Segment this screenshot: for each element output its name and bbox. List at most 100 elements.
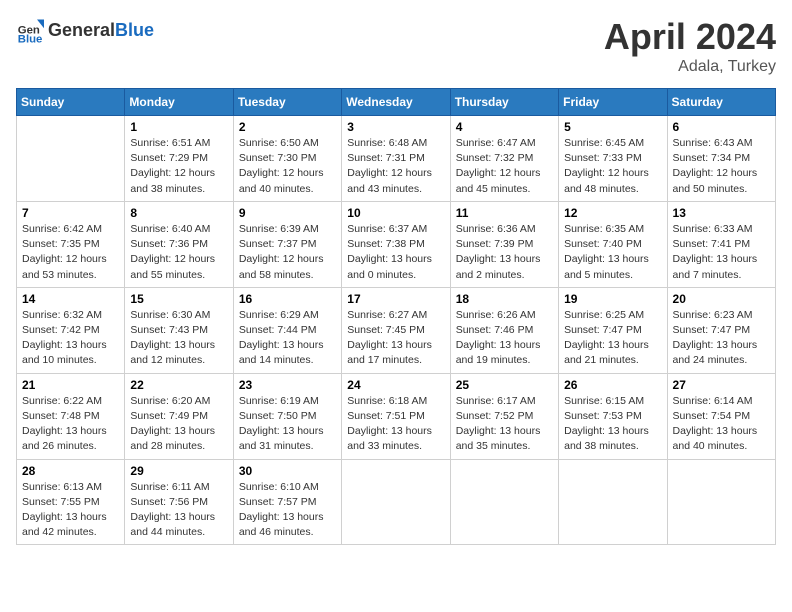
calendar-cell: 4 Sunrise: 6:47 AMSunset: 7:32 PMDaylight… (450, 116, 558, 202)
cell-info: Sunrise: 6:22 AMSunset: 7:48 PMDaylight:… (22, 394, 119, 455)
day-number: 7 (22, 206, 119, 220)
day-number: 30 (239, 464, 336, 478)
calendar-cell: 23 Sunrise: 6:19 AMSunset: 7:50 PMDayligh… (233, 373, 341, 459)
weekday-header-monday: Monday (125, 89, 233, 116)
calendar-cell: 12 Sunrise: 6:35 AMSunset: 7:40 PMDayligh… (559, 201, 667, 287)
calendar-cell: 2Sunrise: 6:50 AMSunset: 7:30 PMDaylight… (233, 116, 341, 202)
calendar-cell: 9Sunrise: 6:39 AMSunset: 7:37 PMDaylight… (233, 201, 341, 287)
svg-text:Blue: Blue (18, 33, 43, 44)
logo-icon: Gen Blue (16, 16, 44, 44)
day-number: 12 (564, 206, 661, 220)
day-number: 5 (564, 120, 661, 134)
calendar-cell: 21 Sunrise: 6:22 AMSunset: 7:48 PMDayligh… (17, 373, 125, 459)
calendar-table: SundayMondayTuesdayWednesdayThursdayFrid… (16, 88, 776, 545)
day-number: 23 (239, 378, 336, 392)
calendar-cell: 22 Sunrise: 6:20 AMSunset: 7:49 PMDayligh… (125, 373, 233, 459)
cell-info: Sunrise: 6:32 AMSunset: 7:42 PMDaylight:… (22, 308, 119, 369)
day-number: 3 (347, 120, 444, 134)
cell-info: Sunrise: 6:14 AMSunset: 7:54 PMDaylight:… (673, 394, 770, 455)
day-number: 29 (130, 464, 227, 478)
cell-info: Sunrise: 6:29 AMSunset: 7:44 PMDaylight:… (239, 308, 336, 369)
calendar-cell: 16 Sunrise: 6:29 AMSunset: 7:44 PMDayligh… (233, 287, 341, 373)
cell-info: Sunrise: 6:35 AMSunset: 7:40 PMDaylight:… (564, 222, 661, 283)
day-number: 22 (130, 378, 227, 392)
day-number: 25 (456, 378, 553, 392)
cell-info: Sunrise: 6:51 AMSunset: 7:29 PMDaylight:… (130, 136, 227, 197)
cell-info: Sunrise: 6:36 AMSunset: 7:39 PMDaylight:… (456, 222, 553, 283)
calendar-week-row: 21 Sunrise: 6:22 AMSunset: 7:48 PMDayligh… (17, 373, 776, 459)
calendar-cell: 29 Sunrise: 6:11 AMSunset: 7:56 PMDayligh… (125, 459, 233, 545)
cell-info: Sunrise: 6:45 AMSunset: 7:33 PMDaylight:… (564, 136, 661, 197)
calendar-cell: 10Sunrise: 6:37 AMSunset: 7:38 PMDayligh… (342, 201, 450, 287)
cell-info: Sunrise: 6:42 AMSunset: 7:35 PMDaylight:… (22, 222, 119, 283)
cell-info: Sunrise: 6:15 AMSunset: 7:53 PMDaylight:… (564, 394, 661, 455)
cell-info: Sunrise: 6:27 AMSunset: 7:45 PMDaylight:… (347, 308, 444, 369)
calendar-cell: 26Sunrise: 6:15 AMSunset: 7:53 PMDayligh… (559, 373, 667, 459)
logo-text-blue: Blue (115, 20, 154, 40)
day-number: 27 (673, 378, 770, 392)
calendar-cell: 25Sunrise: 6:17 AMSunset: 7:52 PMDayligh… (450, 373, 558, 459)
day-number: 9 (239, 206, 336, 220)
calendar-cell: 6 Sunrise: 6:43 AMSunset: 7:34 PMDaylight… (667, 116, 775, 202)
day-number: 13 (673, 206, 770, 220)
calendar-week-row: 7 Sunrise: 6:42 AMSunset: 7:35 PMDaylight… (17, 201, 776, 287)
logo: Gen Blue GeneralBlue (16, 16, 154, 44)
day-number: 1 (130, 120, 227, 134)
cell-info: Sunrise: 6:43 AMSunset: 7:34 PMDaylight:… (673, 136, 770, 197)
calendar-cell (450, 459, 558, 545)
page-header: Gen Blue GeneralBlue April 2024 Adala, T… (16, 16, 776, 76)
day-number: 11 (456, 206, 553, 220)
cell-info: Sunrise: 6:33 AMSunset: 7:41 PMDaylight:… (673, 222, 770, 283)
day-number: 17 (347, 292, 444, 306)
calendar-cell: 27 Sunrise: 6:14 AMSunset: 7:54 PMDayligh… (667, 373, 775, 459)
calendar-cell (559, 459, 667, 545)
calendar-cell: 5 Sunrise: 6:45 AMSunset: 7:33 PMDaylight… (559, 116, 667, 202)
day-number: 2 (239, 120, 336, 134)
calendar-cell: 24 Sunrise: 6:18 AMSunset: 7:51 PMDayligh… (342, 373, 450, 459)
weekday-header-sunday: Sunday (17, 89, 125, 116)
calendar-cell: 14Sunrise: 6:32 AMSunset: 7:42 PMDayligh… (17, 287, 125, 373)
cell-info: Sunrise: 6:10 AMSunset: 7:57 PMDaylight:… (239, 480, 336, 541)
cell-info: Sunrise: 6:23 AMSunset: 7:47 PMDaylight:… (673, 308, 770, 369)
cell-info: Sunrise: 6:48 AMSunset: 7:31 PMDaylight:… (347, 136, 444, 197)
calendar-cell: 1 Sunrise: 6:51 AMSunset: 7:29 PMDaylight… (125, 116, 233, 202)
cell-info: Sunrise: 6:19 AMSunset: 7:50 PMDaylight:… (239, 394, 336, 455)
calendar-cell: 15Sunrise: 6:30 AMSunset: 7:43 PMDayligh… (125, 287, 233, 373)
calendar-cell: 28 Sunrise: 6:13 AMSunset: 7:55 PMDayligh… (17, 459, 125, 545)
cell-info: Sunrise: 6:40 AMSunset: 7:36 PMDaylight:… (130, 222, 227, 283)
day-number: 6 (673, 120, 770, 134)
day-number: 20 (673, 292, 770, 306)
calendar-cell: 3 Sunrise: 6:48 AMSunset: 7:31 PMDaylight… (342, 116, 450, 202)
cell-info: Sunrise: 6:18 AMSunset: 7:51 PMDaylight:… (347, 394, 444, 455)
weekday-header-saturday: Saturday (667, 89, 775, 116)
day-number: 10 (347, 206, 444, 220)
day-number: 4 (456, 120, 553, 134)
day-number: 8 (130, 206, 227, 220)
cell-info: Sunrise: 6:13 AMSunset: 7:55 PMDaylight:… (22, 480, 119, 541)
calendar-cell: 11 Sunrise: 6:36 AMSunset: 7:39 PMDayligh… (450, 201, 558, 287)
calendar-cell: 19Sunrise: 6:25 AMSunset: 7:47 PMDayligh… (559, 287, 667, 373)
weekday-header-wednesday: Wednesday (342, 89, 450, 116)
calendar-week-row: 14Sunrise: 6:32 AMSunset: 7:42 PMDayligh… (17, 287, 776, 373)
title-month: April 2024 (604, 16, 776, 58)
day-number: 18 (456, 292, 553, 306)
calendar-week-row: 28 Sunrise: 6:13 AMSunset: 7:55 PMDayligh… (17, 459, 776, 545)
cell-info: Sunrise: 6:11 AMSunset: 7:56 PMDaylight:… (130, 480, 227, 541)
cell-info: Sunrise: 6:26 AMSunset: 7:46 PMDaylight:… (456, 308, 553, 369)
calendar-cell: 13 Sunrise: 6:33 AMSunset: 7:41 PMDayligh… (667, 201, 775, 287)
calendar-cell: 8 Sunrise: 6:40 AMSunset: 7:36 PMDaylight… (125, 201, 233, 287)
calendar-cell: 17 Sunrise: 6:27 AMSunset: 7:45 PMDayligh… (342, 287, 450, 373)
day-number: 21 (22, 378, 119, 392)
logo-text-general: General (48, 20, 115, 40)
day-number: 16 (239, 292, 336, 306)
title-block: April 2024 Adala, Turkey (604, 16, 776, 76)
day-number: 24 (347, 378, 444, 392)
day-number: 28 (22, 464, 119, 478)
calendar-cell (342, 459, 450, 545)
cell-info: Sunrise: 6:25 AMSunset: 7:47 PMDaylight:… (564, 308, 661, 369)
calendar-cell: 30 Sunrise: 6:10 AMSunset: 7:57 PMDayligh… (233, 459, 341, 545)
cell-info: Sunrise: 6:47 AMSunset: 7:32 PMDaylight:… (456, 136, 553, 197)
calendar-week-row: 1 Sunrise: 6:51 AMSunset: 7:29 PMDaylight… (17, 116, 776, 202)
cell-info: Sunrise: 6:20 AMSunset: 7:49 PMDaylight:… (130, 394, 227, 455)
weekday-header-friday: Friday (559, 89, 667, 116)
